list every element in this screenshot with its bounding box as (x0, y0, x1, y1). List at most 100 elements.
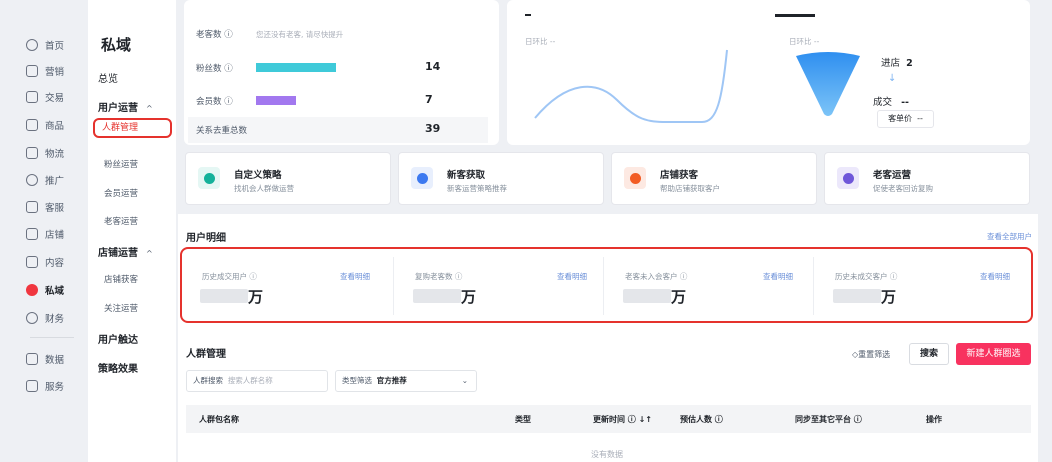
rail-item-2[interactable]: 交易 (26, 90, 64, 104)
stat-detail-link[interactable]: 查看明细 (340, 271, 370, 282)
nav-item-members[interactable]: 会员运营 (104, 187, 138, 199)
nav-item-reach[interactable]: 用户触达 (98, 331, 138, 346)
card-desc: 帮助店铺获取客户 (660, 184, 720, 193)
stat-label: 历史成交用户 ⓘ (202, 272, 257, 281)
rail-divider (30, 337, 74, 338)
rail-item-label: 营销 (45, 67, 65, 78)
shop-icon (624, 167, 646, 189)
rail-item-label: 数据 (45, 355, 65, 366)
funnel-visit-label: 进店 (881, 58, 901, 69)
rail-item-10[interactable]: 财务 (26, 311, 64, 325)
card-icon-glyph (203, 172, 215, 184)
nav-group-store-ops[interactable]: 店铺运营 ^ (98, 244, 153, 259)
col-updated[interactable]: 更新时间 ⓘ ↓↑ (593, 414, 652, 425)
grid-icon (26, 380, 38, 392)
chevron-down-icon: ⌄ (461, 376, 468, 385)
funnel-visit-value: 2 (906, 58, 913, 69)
megaphone-icon (26, 65, 38, 77)
rail-item-12[interactable]: 服务 (26, 379, 64, 393)
strategy-card-0[interactable]: 自定义策略 找机会人群做运营 (185, 152, 391, 205)
view-all-users-link[interactable]: 查看全部用户 (987, 231, 1032, 242)
avg-price-label: 客单价 (888, 114, 913, 123)
nav-item-fans[interactable]: 粉丝运营 (104, 158, 138, 170)
funnel-chart (796, 52, 860, 116)
members-value: 7 (425, 93, 433, 106)
coin-icon (26, 312, 38, 324)
trend-headline (525, 14, 531, 16)
crowd-title: 人群管理 (186, 349, 226, 360)
rail-item-5[interactable]: 推广 (26, 173, 64, 187)
empty-state: 没有数据 (591, 450, 623, 459)
crowd-search-field[interactable]: 人群搜索 搜索人群名称 (186, 370, 328, 392)
nav-group-user-ops[interactable]: 用户运营 ^ (98, 99, 153, 114)
card-desc: 促使老客回访复购 (873, 184, 933, 193)
rail-item-4[interactable]: 物流 (26, 146, 64, 160)
nav-item-store-acquire[interactable]: 店铺获客 (104, 273, 138, 285)
rail-item-6[interactable]: 客服 (26, 200, 64, 214)
chevron-up-icon: ^ (146, 249, 153, 258)
card-title: 新客获取 (447, 170, 486, 181)
card-title: 自定义策略 (234, 170, 282, 181)
reset-filter-button[interactable]: ◇重置筛选 (852, 349, 890, 360)
stat-detail-link[interactable]: 查看明细 (763, 271, 793, 282)
avg-price-chip: 客单价 -- (877, 110, 934, 128)
nav-title: 私域 (101, 36, 132, 54)
primary-nav-rail: 首页营销交易商品物流推广客服店铺内容私域财务数据服务 (0, 0, 78, 462)
col-type: 类型 (515, 415, 531, 424)
strategy-card-3[interactable]: 老客运营 促使老客回访复购 (824, 152, 1030, 205)
search-button[interactable]: 搜索 (909, 343, 949, 365)
rail-item-label: 首页 (45, 41, 65, 52)
rail-item-1[interactable]: 营销 (26, 64, 64, 78)
trend-panel: 日环比 -- 日环比 -- 进店 2 ↓ 成交 -- 客单价 -- (507, 0, 1030, 145)
nav-item-follow-ops[interactable]: 关注运营 (104, 302, 138, 314)
nav-item-effect[interactable]: 策略效果 (98, 360, 138, 375)
rail-item-label: 财务 (45, 314, 65, 325)
type-filter-select[interactable]: 类型筛选 官方推荐 ⌄ (335, 370, 477, 392)
rail-item-label: 物流 (45, 149, 65, 160)
stat-divider (393, 257, 394, 315)
stat-card-1: 复购老客数 ⓘ 查看明细万 (395, 249, 605, 321)
stat-divider (603, 257, 604, 315)
user-detail-stats: 历史成交用户 ⓘ 查看明细万复购老客数 ⓘ 查看明细万老客未入会客户 ⓘ 查看明细万历… (180, 247, 1033, 323)
rail-item-label: 交易 (45, 93, 65, 104)
nav-item-overview[interactable]: 总览 (98, 70, 118, 85)
type-filter-label: 类型筛选 (342, 376, 372, 385)
location-icon (26, 174, 38, 186)
nav-group-label: 用户运营 (98, 103, 138, 114)
card-icon-glyph (629, 172, 641, 184)
dedupe-value: 39 (425, 122, 441, 135)
rail-item-7[interactable]: 店铺 (26, 227, 64, 241)
rail-item-label: 内容 (45, 258, 65, 269)
stat-unit: 万 (881, 288, 897, 306)
rail-item-9[interactable]: 私域 (26, 283, 64, 297)
rail-item-label: 私域 (45, 286, 65, 297)
card-icon-glyph (416, 172, 428, 184)
stat-label: 复购老客数 ⓘ (415, 272, 463, 281)
nav-item-crowd-management[interactable]: 人群管理 (93, 118, 172, 138)
funnel-deal-value: -- (901, 97, 909, 108)
rail-item-11[interactable]: 数据 (26, 352, 64, 366)
stat-detail-link[interactable]: 查看明细 (557, 271, 587, 282)
fans-bar (256, 63, 336, 72)
stat-label: 历史未成交客户 ⓘ (835, 272, 898, 281)
nav-item-old-customers[interactable]: 老客运营 (104, 215, 138, 227)
stat-divider (813, 257, 814, 315)
headset-icon (26, 201, 38, 213)
stat-card-2: 老客未入会客户 ⓘ 查看明细万 (605, 249, 815, 321)
strategy-card-1[interactable]: 新客获取 新客运营策略推荐 (398, 152, 604, 205)
rail-item-8[interactable]: 内容 (26, 255, 64, 269)
strategy-card-2[interactable]: 店铺获客帮助店铺获取客户 (611, 152, 817, 205)
stat-detail-link[interactable]: 查看明细 (980, 271, 1010, 282)
stat-card-3: 历史未成交客户 ⓘ 查看明细万 (815, 249, 1025, 321)
rail-item-0[interactable]: 首页 (26, 38, 64, 52)
masked-value (413, 289, 461, 303)
old-customer-hint: 您还没有老客, 请尽快提升 (256, 30, 344, 39)
card-title: 店铺获客 (660, 170, 699, 181)
new-crowd-button[interactable]: 新建人群圈选 (956, 343, 1031, 365)
funnel-deal: 成交 -- (873, 94, 909, 108)
target-icon (198, 167, 220, 189)
rail-item-3[interactable]: 商品 (26, 118, 64, 132)
members-bar (256, 96, 296, 105)
type-filter-value: 官方推荐 (376, 376, 407, 385)
main-content: 老客数 ⓘ 您还没有老客, 请尽快提升 粉丝数 ⓘ 14 会员数 ⓘ 7 关系去… (178, 0, 1052, 462)
